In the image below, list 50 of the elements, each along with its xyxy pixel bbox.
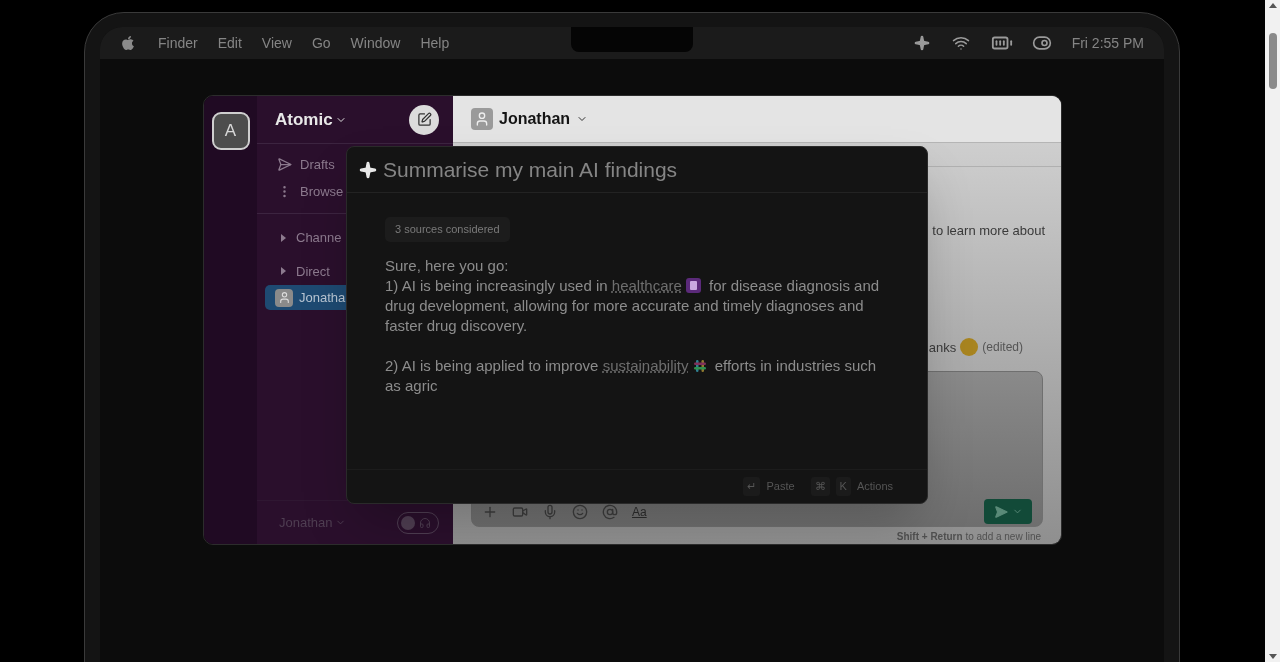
menu-item[interactable]: Edit <box>217 32 242 54</box>
compose-icon <box>416 112 432 127</box>
message-text: to learn more about <box>932 222 1045 241</box>
section-header[interactable]: Channe <box>296 228 342 248</box>
send-icon <box>277 157 292 173</box>
avatar-icon <box>471 108 493 131</box>
nav-item[interactable]: Browse <box>300 181 344 201</box>
shortcut-label[interactable]: Paste <box>766 478 795 495</box>
sparkle-icon <box>359 160 377 179</box>
headphones-icon <box>419 516 431 529</box>
workspace-name[interactable]: Atomic <box>275 106 333 133</box>
menu-bar-clock: Fri 2:55 PM <box>1071 33 1144 53</box>
format-button[interactable]: Aa <box>632 504 647 519</box>
answer-paragraph: 1) AI is being increasingly used in healthcare for disease diagnosis and drug development, allowing for more accurate and timely diagnoses and faster drug discovery. <box>385 275 881 336</box>
shortcut-label[interactable]: Actions <box>856 478 893 495</box>
sources-badge[interactable]: 3 sources considered <box>385 217 510 242</box>
hash-icon <box>692 358 707 373</box>
emoji-icon[interactable] <box>572 503 588 520</box>
source-link[interactable]: sustainability <box>602 356 689 374</box>
send-button[interactable] <box>984 499 1032 524</box>
key-cap: ⌘ <box>810 477 830 496</box>
compose-button[interactable] <box>409 104 439 135</box>
wifi-icon[interactable] <box>951 34 970 52</box>
composer-hint: Shift + Return to add a new line <box>896 530 1041 544</box>
key-cap: ↵ <box>743 477 761 496</box>
menu-item[interactable]: Help <box>420 32 450 54</box>
control-center-icon[interactable] <box>1031 33 1052 53</box>
answer-paragraph: 2) AI is being applied to improve sustainability efforts in industries such as agric <box>385 355 878 396</box>
query-text[interactable]: Summarise my main AI findings <box>383 153 678 186</box>
nav-item[interactable]: Drafts <box>300 155 335 175</box>
menu-item[interactable]: Window <box>350 32 401 54</box>
source-link[interactable]: healthcare <box>611 276 682 294</box>
edited-label: (edited) <box>982 339 1023 357</box>
microphone-icon[interactable] <box>542 503 558 520</box>
mention-icon[interactable] <box>602 503 618 520</box>
notebook-icon <box>685 277 701 293</box>
apple-icon[interactable] <box>120 35 136 51</box>
caret-icon[interactable] <box>281 233 286 242</box>
menu-item[interactable]: Go <box>311 32 331 54</box>
send-icon <box>993 504 1008 519</box>
avatar-icon <box>275 288 293 307</box>
menu-item[interactable]: View <box>261 32 292 54</box>
answer-intro: Sure, here you go: <box>385 255 510 276</box>
section-header[interactable]: Direct <box>296 261 330 281</box>
conversation-title[interactable]: Jonathan <box>499 107 571 132</box>
menu-item[interactable]: Finder <box>158 32 198 54</box>
caret-icon[interactable] <box>281 267 286 276</box>
message-text: anks <box>928 338 957 357</box>
sparkle-icon[interactable] <box>913 35 930 51</box>
workspace-button[interactable]: A <box>211 112 250 150</box>
